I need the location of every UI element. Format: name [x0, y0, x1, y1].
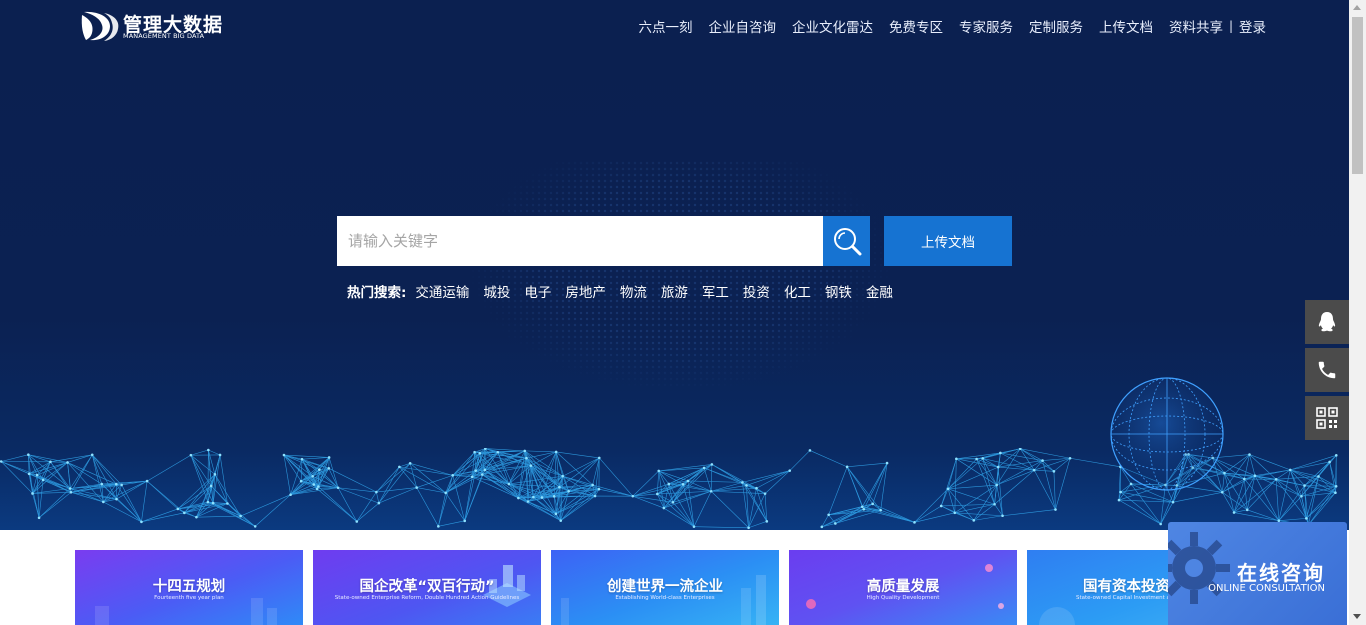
topic-card[interactable]: 创建世界一流企业 Establishing World-class Enterp… — [551, 550, 779, 625]
scrollbar-thumb[interactable] — [1352, 17, 1363, 174]
search-input[interactable] — [337, 216, 823, 266]
gear-icon — [1168, 532, 1230, 604]
online-consultation-widget[interactable]: 在线咨询 ONLINE CONSULTATION — [1168, 522, 1347, 625]
nav-item-free-zone[interactable]: 免费专区 — [889, 16, 943, 36]
nav-separator: | — [1228, 19, 1233, 33]
topic-card[interactable]: 国企改革“双百行动” State-owned Enterprise Reform… — [313, 550, 541, 625]
qr-code-icon — [1316, 407, 1338, 429]
hot-search-item[interactable]: 电子 — [524, 281, 551, 301]
world-map-dots — [470, 160, 890, 390]
main-nav: 六点一刻 企业自咨询 企业文化雷达 免费专区 专家服务 定制服务 上传文档 资料… — [622, 16, 1266, 36]
hot-search-label: 热门搜索: — [347, 285, 407, 301]
topic-cards: 十四五规划 Fourteenth five year plan 国企改革“双百行… — [75, 550, 1275, 625]
nav-item-culture-radar[interactable]: 企业文化雷达 — [792, 16, 873, 36]
phone-icon — [1318, 361, 1336, 379]
globe-graphic — [1110, 377, 1224, 491]
card-title: 创建世界一流企业 — [607, 579, 723, 595]
login-link[interactable]: 登录 — [1239, 16, 1266, 36]
qq-button[interactable] — [1305, 300, 1349, 344]
card-subtitle: State-owned Enterprise Reform, Double Hu… — [334, 595, 520, 601]
card-title: 高质量发展 — [866, 579, 940, 595]
hot-search-item[interactable]: 城投 — [483, 281, 510, 301]
consult-subtitle: ONLINE CONSULTATION — [1208, 583, 1325, 594]
side-toolbar — [1305, 300, 1349, 444]
hot-search-bar: 热门搜索: 交通运输 城投 电子 房地产 物流 旅游 军工 投资 化工 钢铁 金… — [347, 281, 907, 301]
hot-search-item[interactable]: 房地产 — [565, 281, 606, 301]
logo-mark-icon — [81, 11, 119, 41]
card-subtitle: Fourteenth five year plan — [154, 595, 224, 601]
hot-search-item[interactable]: 钢铁 — [825, 281, 852, 301]
nav-item-data-share[interactable]: 资料共享 — [1169, 16, 1223, 36]
qr-code-button[interactable] — [1305, 396, 1349, 440]
hot-search-item[interactable]: 物流 — [620, 281, 647, 301]
nav-item-upload-docs[interactable]: 上传文档 — [1099, 16, 1153, 36]
hot-search-item[interactable]: 旅游 — [661, 281, 688, 301]
page-scrollbar[interactable] — [1349, 0, 1366, 625]
upload-document-button[interactable]: 上传文档 — [884, 216, 1012, 266]
site-logo[interactable]: 管理大数据 MANAGEMENT BIG DATA — [80, 9, 230, 43]
topic-card[interactable]: 十四五规划 Fourteenth five year plan — [75, 550, 303, 625]
consult-title: 在线咨询 — [1237, 561, 1325, 585]
nav-item-expert-service[interactable]: 专家服务 — [959, 16, 1013, 36]
nav-item-self-consult[interactable]: 企业自咨询 — [708, 16, 776, 36]
search-icon — [833, 228, 861, 256]
nav-item-custom-service[interactable]: 定制服务 — [1029, 16, 1083, 36]
card-title: 十四五规划 — [152, 579, 226, 595]
card-title: 国企改革“双百行动” — [359, 579, 495, 595]
search-button[interactable] — [823, 216, 870, 266]
hot-search-item[interactable]: 交通运输 — [415, 281, 469, 301]
scroll-down-arrow-icon[interactable] — [1353, 614, 1361, 619]
card-subtitle: High Quality Development — [866, 595, 940, 601]
nav-item-liudianyike[interactable]: 六点一刻 — [638, 16, 692, 36]
hot-search-item[interactable]: 投资 — [743, 281, 770, 301]
hot-search-item[interactable]: 军工 — [702, 281, 729, 301]
qq-icon — [1318, 312, 1336, 332]
card-subtitle: Establishing World-class Enterprises — [615, 595, 715, 601]
hot-search-item[interactable]: 金融 — [866, 281, 893, 301]
topic-card[interactable]: 高质量发展 High Quality Development — [789, 550, 1017, 625]
hot-search-item[interactable]: 化工 — [784, 281, 811, 301]
scroll-up-arrow-icon[interactable] — [1353, 5, 1361, 10]
phone-button[interactable] — [1305, 348, 1349, 392]
logo-subtitle: MANAGEMENT BIG DATA — [123, 32, 205, 40]
